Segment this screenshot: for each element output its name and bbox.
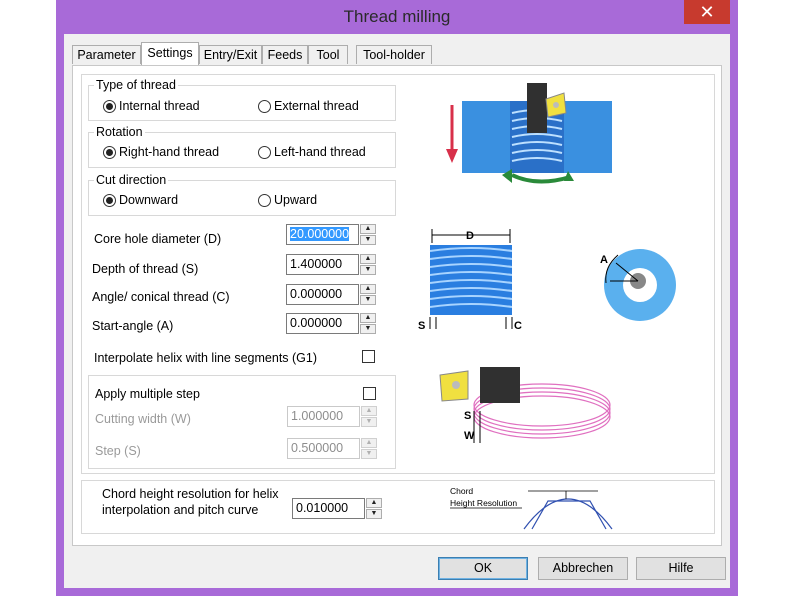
- downward-label[interactable]: Downward: [119, 193, 178, 207]
- external-thread-radio[interactable]: [258, 100, 271, 113]
- dialog-client-area: Parameter Settings Entry/Exit Feeds Tool…: [64, 34, 730, 588]
- depth-of-thread-input[interactable]: 1.400000: [286, 254, 359, 275]
- spin-down-icon[interactable]: ▼: [360, 265, 376, 275]
- rotation-title: Rotation: [94, 125, 145, 139]
- spin-up-icon[interactable]: ▲: [366, 498, 382, 508]
- spin-down-icon[interactable]: ▼: [361, 449, 377, 459]
- multiple-step-group: Apply multiple step Cutting width (W) 1.…: [88, 375, 396, 469]
- chord-height-illustration: Chord Height Resolution: [450, 486, 613, 530]
- thread-dimension-illustration: D S C: [418, 229, 522, 332]
- settings-panel: Type of thread Internal thread External …: [72, 65, 722, 546]
- chord-height-label-line1: Chord height resolution for helix: [102, 487, 279, 501]
- help-button[interactable]: Hilfe: [636, 557, 726, 580]
- start-angle-label: Start-angle (A): [92, 319, 174, 333]
- start-angle-illustration: A: [600, 249, 676, 321]
- angle-conical-label: Angle/ conical thread (C): [92, 290, 230, 304]
- upward-label[interactable]: Upward: [274, 193, 317, 207]
- downward-radio[interactable]: [103, 194, 116, 207]
- type-of-thread-title: Type of thread: [94, 78, 178, 92]
- label-s-step: S: [464, 410, 471, 422]
- spin-up-icon[interactable]: ▲: [360, 313, 376, 323]
- tab-settings[interactable]: Settings: [141, 42, 199, 65]
- label-c: C: [514, 320, 522, 332]
- chord-height-label-line2: interpolation and pitch curve: [102, 503, 259, 517]
- angle-conical-input[interactable]: 0.000000: [286, 284, 359, 305]
- upward-radio[interactable]: [258, 194, 271, 207]
- chord-diagram-label1: Chord: [450, 486, 473, 496]
- tab-parameter[interactable]: Parameter: [72, 45, 141, 64]
- tab-entry-exit[interactable]: Entry/Exit: [199, 45, 262, 64]
- chord-height-spinner[interactable]: ▲ ▼: [366, 498, 382, 519]
- settings-frame: Type of thread Internal thread External …: [81, 74, 715, 474]
- title-bar[interactable]: Thread milling ✕: [56, 0, 738, 34]
- label-s: S: [418, 320, 425, 332]
- spin-down-icon[interactable]: ▼: [360, 295, 376, 305]
- left-hand-thread-radio[interactable]: [258, 146, 271, 159]
- spin-up-icon[interactable]: ▲: [360, 254, 376, 264]
- step-label: Step (S): [95, 444, 141, 458]
- internal-thread-radio[interactable]: [103, 100, 116, 113]
- tab-feeds[interactable]: Feeds: [262, 45, 308, 64]
- step-input[interactable]: 0.500000: [287, 438, 360, 459]
- rotation-group: Rotation Right-hand thread Left-hand thr…: [88, 125, 396, 168]
- internal-thread-label[interactable]: Internal thread: [119, 99, 200, 113]
- spin-up-icon[interactable]: ▲: [360, 284, 376, 294]
- step-spinner[interactable]: ▲ ▼: [361, 438, 377, 459]
- depth-of-thread-spinner[interactable]: ▲ ▼: [360, 254, 376, 275]
- start-angle-input[interactable]: 0.000000: [286, 313, 359, 334]
- external-thread-label[interactable]: External thread: [274, 99, 359, 113]
- cutting-width-label: Cutting width (W): [95, 412, 191, 426]
- type-of-thread-group: Type of thread Internal thread External …: [88, 78, 396, 121]
- spin-up-icon[interactable]: ▲: [360, 224, 376, 234]
- multiple-step-illustration: S W: [439, 367, 611, 443]
- spin-down-icon[interactable]: ▼: [361, 417, 377, 427]
- interpolate-helix-checkbox[interactable]: [362, 350, 375, 363]
- interpolate-helix-label: Interpolate helix with line segments (G1…: [94, 351, 318, 365]
- tab-tool-holder[interactable]: Tool-holder: [356, 45, 432, 64]
- label-a: A: [600, 254, 608, 266]
- spin-down-icon[interactable]: ▼: [360, 324, 376, 334]
- cutting-width-spinner[interactable]: ▲ ▼: [361, 406, 377, 427]
- thread-milling-illustration: [446, 83, 612, 184]
- close-button[interactable]: ✕: [684, 0, 730, 24]
- chord-height-input[interactable]: 0.010000: [292, 498, 365, 519]
- ok-button[interactable]: OK: [438, 557, 528, 580]
- core-hole-diameter-input[interactable]: 20.000000: [286, 224, 359, 245]
- right-hand-thread-label[interactable]: Right-hand thread: [119, 145, 219, 159]
- cutting-width-input[interactable]: 1.000000: [287, 406, 360, 427]
- label-w: W: [464, 430, 475, 442]
- depth-of-thread-label: Depth of thread (S): [92, 262, 199, 276]
- left-hand-thread-label[interactable]: Left-hand thread: [274, 145, 366, 159]
- chord-diagram-label2: Height Resolution: [450, 498, 517, 508]
- label-d: D: [466, 230, 474, 242]
- apply-multiple-step-checkbox[interactable]: [363, 387, 376, 400]
- spin-down-icon[interactable]: ▼: [366, 509, 382, 519]
- spin-down-icon[interactable]: ▼: [360, 235, 376, 245]
- chord-height-group: Chord height resolution for helix interp…: [81, 480, 715, 534]
- tab-tool[interactable]: Tool: [308, 45, 348, 64]
- spin-up-icon[interactable]: ▲: [361, 438, 377, 448]
- core-hole-diameter-spinner[interactable]: ▲ ▼: [360, 224, 376, 245]
- window-title: Thread milling: [343, 7, 451, 26]
- apply-multiple-step-label: Apply multiple step: [95, 387, 200, 401]
- angle-conical-spinner[interactable]: ▲ ▼: [360, 284, 376, 305]
- cut-direction-group: Cut direction Downward Upward: [88, 173, 396, 216]
- spin-up-icon[interactable]: ▲: [361, 406, 377, 416]
- right-hand-thread-radio[interactable]: [103, 146, 116, 159]
- dialog-window: Thread milling ✕ Parameter Settings Entr…: [56, 0, 738, 596]
- core-hole-diameter-label: Core hole diameter (D): [94, 232, 222, 246]
- cut-direction-title: Cut direction: [94, 173, 169, 187]
- start-angle-spinner[interactable]: ▲ ▼: [360, 313, 376, 334]
- cancel-button[interactable]: Abbrechen: [538, 557, 628, 580]
